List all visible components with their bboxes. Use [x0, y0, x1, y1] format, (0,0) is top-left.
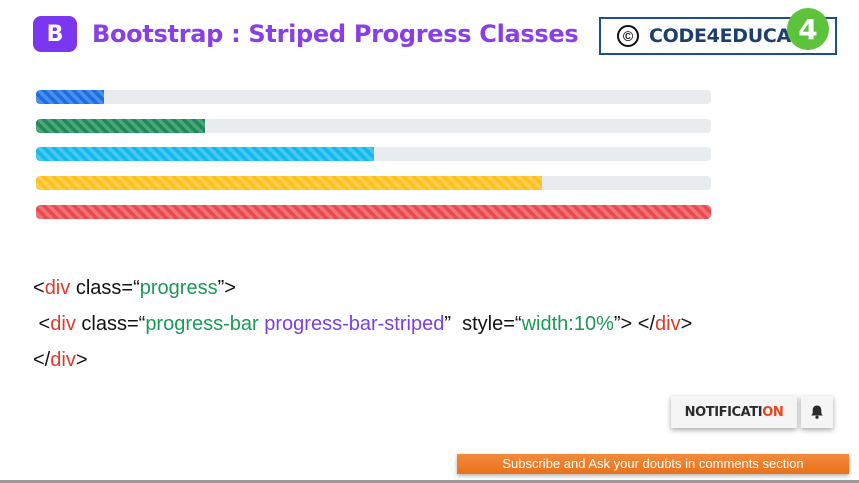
- progress-bar-danger: [36, 205, 711, 219]
- code-style-quote-close: ”: [613, 313, 621, 335]
- code-tag: div: [50, 349, 76, 371]
- code-lt: <: [33, 313, 51, 335]
- code-line-3: </div>: [33, 346, 88, 374]
- code-attr: class=: [70, 277, 134, 299]
- code-attr: class=: [75, 313, 139, 335]
- progress-track-danger: [36, 205, 711, 219]
- brand-badge-number: 4: [798, 12, 818, 46]
- code-gt: >: [224, 277, 236, 299]
- progress-bar-info: [36, 147, 374, 161]
- bootstrap-logo-letter: B: [46, 21, 64, 47]
- bell-icon: [811, 405, 823, 419]
- code-end: >: [680, 313, 693, 335]
- code-style-attr: style=: [451, 313, 515, 335]
- code-close-tag: div: [655, 313, 681, 335]
- code-line-1: <div class=“progress”>: [33, 274, 236, 302]
- code-class-striped: progress-bar-striped: [258, 313, 445, 335]
- brand-text: CODE4EDUCAT: [649, 25, 803, 47]
- progress-track-warning: [36, 176, 711, 190]
- code-gt-close: > </: [620, 313, 656, 335]
- progress-bar-success: [36, 119, 205, 133]
- code-line-2: <div class=“progress-bar progress-bar-st…: [33, 310, 693, 338]
- code-quote-close: ”: [444, 313, 451, 335]
- notification-label-suffix: ON: [762, 404, 784, 420]
- bell-button[interactable]: [801, 396, 833, 428]
- page-title: Bootstrap : Striped Progress Classes: [92, 20, 579, 48]
- progress-track-primary: [36, 90, 711, 104]
- code-tag: div: [44, 277, 71, 299]
- subscribe-banner[interactable]: Subscribe and Ask your doubts in comment…: [457, 454, 849, 474]
- code-style-value: width:10%: [521, 313, 614, 335]
- code-gt: >: [75, 349, 88, 371]
- progress-track-success: [36, 119, 711, 133]
- bootstrap-logo: B: [33, 16, 77, 52]
- code-style-quote-open: “: [514, 313, 522, 335]
- progress-track-info: [36, 147, 711, 161]
- notification-button[interactable]: NOTIFICATI ON: [671, 396, 797, 428]
- code-value: progress: [139, 277, 218, 299]
- code-tag: div: [50, 313, 76, 335]
- code-class-progress-bar: progress-bar: [145, 313, 259, 335]
- code-lt: <: [33, 277, 45, 299]
- copyright-icon: ©: [617, 25, 639, 47]
- progress-bar-warning: [36, 176, 543, 190]
- code-lt: </: [33, 349, 51, 371]
- notification-label-prefix: NOTIFICATI: [684, 404, 763, 420]
- progress-bar-primary: [36, 90, 104, 104]
- brand-badge-icon: 4: [787, 8, 829, 50]
- code-quote-open: “: [133, 277, 140, 299]
